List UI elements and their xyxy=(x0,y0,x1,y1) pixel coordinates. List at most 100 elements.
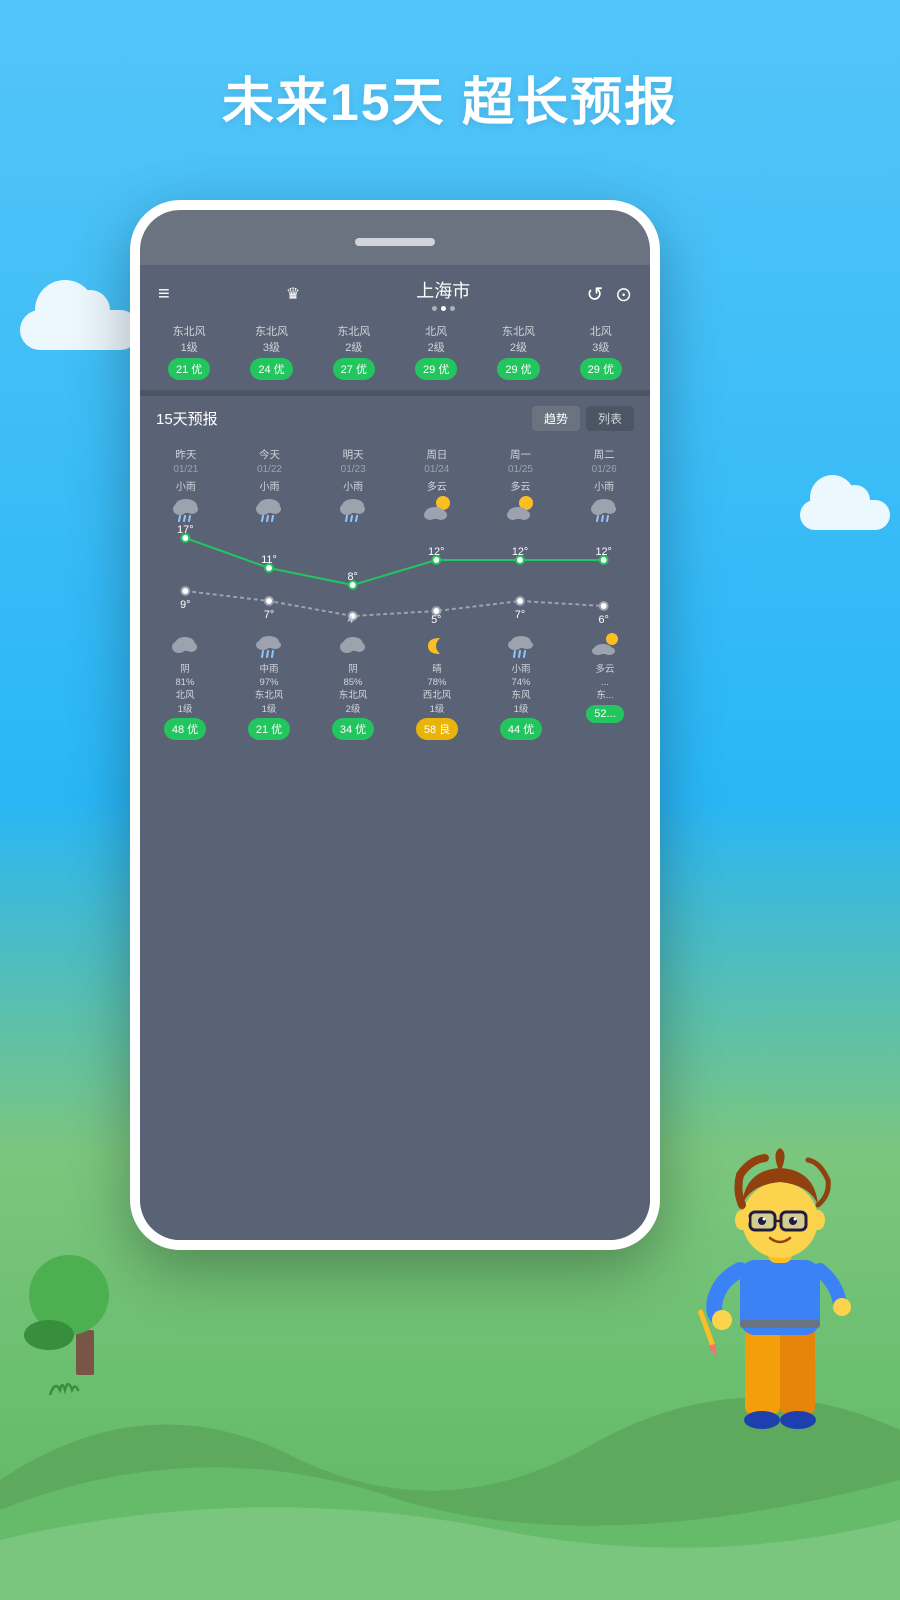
svg-text:11°: 11° xyxy=(261,554,277,566)
tree-trunk xyxy=(76,1330,94,1375)
wind-4: 东北风 2级 xyxy=(502,323,535,355)
weather-text-0: 小雨 xyxy=(176,478,196,493)
svg-text:6°: 6° xyxy=(598,614,608,623)
aqi-badge-1: 24 优 xyxy=(250,358,292,380)
header-actions: ↺ ⊙ xyxy=(586,282,632,307)
svg-text:5°: 5° xyxy=(431,614,441,623)
bottom-col-2: 阴 85% 东北风 2级 34 优 xyxy=(312,631,394,740)
cloud-right xyxy=(800,500,890,530)
bottom-label-1: 中雨 97% 东北风 1级 xyxy=(255,663,284,716)
app-content: ≡ ♛ 上海市 ↺ ⊙ xyxy=(140,265,650,1240)
temp-chart: 17° 11° 8° 12° 12° 12° xyxy=(140,523,650,623)
aqi-badge-4: 29 优 xyxy=(497,358,539,380)
bottom-aqi-1: 21 优 xyxy=(248,718,290,740)
day-label-2: 明天 01/23 xyxy=(341,449,366,476)
bottom-col-0: 阴 81% 北风 1级 48 优 xyxy=(144,631,226,740)
svg-text:17°: 17° xyxy=(177,524,193,536)
bottom-icon-2 xyxy=(338,631,368,661)
menu-icon[interactable]: ≡ xyxy=(158,283,170,306)
day-label-1: 今天 01/22 xyxy=(257,449,282,476)
day-col-3: 周日 01/24 多云 xyxy=(395,449,479,523)
bottom-col-1: 中雨 97% 东北风 1级 21 优 xyxy=(228,631,310,740)
refresh-icon[interactable]: ↺ xyxy=(586,282,603,307)
day-col-0: 昨天 01/21 小雨 xyxy=(144,449,228,523)
days-grid-top: 昨天 01/21 小雨 xyxy=(140,441,650,523)
bottom-icon-1 xyxy=(254,631,284,661)
weather-icon-2 xyxy=(335,495,371,523)
city-name: 上海市 xyxy=(416,277,470,303)
weather-icon-1 xyxy=(251,495,287,523)
forecast-header: 15天预报 趋势 列表 xyxy=(140,396,650,441)
bottom-icon-0 xyxy=(170,631,200,661)
aqi-badge-3: 29 优 xyxy=(415,358,457,380)
bottom-aqi-5: 52... xyxy=(586,705,623,723)
bottom-icon-4 xyxy=(506,631,536,661)
wind-5: 北风 3级 xyxy=(590,323,612,355)
bottom-icon-5 xyxy=(590,631,620,661)
tree-top xyxy=(29,1255,109,1335)
aqi-col-0: 东北风 1级 21 优 xyxy=(168,323,210,380)
character xyxy=(690,1130,870,1470)
svg-text:12°: 12° xyxy=(428,546,444,558)
weather-text-3: 多云 xyxy=(427,478,447,493)
crown-icon[interactable]: ♛ xyxy=(286,284,300,304)
aqi-col-4: 东北风 2级 29 优 xyxy=(497,323,539,380)
weather-text-5: 小雨 xyxy=(594,478,614,493)
forecast-tabs: 趋势 列表 xyxy=(532,406,634,431)
svg-text:8°: 8° xyxy=(347,571,357,583)
tree xyxy=(60,1255,109,1400)
weather-icon-5 xyxy=(586,495,622,523)
bottom-label-0: 阴 81% 北风 1级 xyxy=(175,663,194,716)
day-col-5: 周二 01/26 小雨 xyxy=(562,449,646,523)
svg-text:9°: 9° xyxy=(180,599,190,611)
aqi-badge-0: 21 优 xyxy=(168,358,210,380)
grass-tufts xyxy=(40,1375,100,1395)
bottom-col-3: 晴 78% 西北风 1级 58 良 xyxy=(396,631,478,740)
cloud-left xyxy=(20,310,140,350)
wind-0: 东北风 1级 xyxy=(173,323,206,355)
wind-2: 东北风 2级 xyxy=(337,323,370,355)
bottom-col-5: 多云 ... 东... 52... xyxy=(564,631,646,740)
bottom-aqi-2: 34 优 xyxy=(332,718,374,740)
aqi-col-3: 北风 2级 29 优 xyxy=(415,323,457,380)
bottom-aqi-3: 58 良 xyxy=(416,718,458,740)
page-title: 未来15天 超长预报 xyxy=(0,60,900,135)
svg-text:4°: 4° xyxy=(347,614,357,623)
tab-list[interactable]: 列表 xyxy=(586,406,634,431)
forecast-title: 15天预报 xyxy=(156,408,218,429)
day-col-1: 今天 01/22 小雨 xyxy=(228,449,312,523)
dot-2 xyxy=(441,306,446,311)
location-icon[interactable]: ⊙ xyxy=(615,282,632,307)
bottom-label-4: 小雨 74% 东风 1级 xyxy=(511,663,530,716)
day-col-4: 周一 01/25 多云 xyxy=(479,449,563,523)
weather-text-4: 多云 xyxy=(510,478,530,493)
svg-text:12°: 12° xyxy=(595,546,611,558)
weather-icon-4 xyxy=(502,495,538,523)
wind-1: 东北风 3级 xyxy=(255,323,288,355)
dot-1 xyxy=(432,306,437,311)
day-label-5: 周二 01/26 xyxy=(592,449,617,476)
weather-icon-0 xyxy=(168,495,204,523)
aqi-row: 东北风 1级 21 优 东北风 3级 24 优 东北风 2级 27 优 北风 2… xyxy=(140,317,650,390)
day-label-3: 周日 01/24 xyxy=(424,449,449,476)
svg-text:12°: 12° xyxy=(512,546,528,558)
svg-text:7°: 7° xyxy=(515,609,525,621)
phone-speaker xyxy=(355,238,435,246)
bottom-aqi-0: 48 优 xyxy=(164,718,206,740)
phone-frame: ≡ ♛ 上海市 ↺ ⊙ xyxy=(130,200,660,1250)
aqi-badge-2: 27 优 xyxy=(333,358,375,380)
aqi-col-2: 东北风 2级 27 优 xyxy=(333,323,375,380)
bottom-grid: 阴 81% 北风 1级 48 优 xyxy=(140,623,650,748)
wind-3: 北风 2级 xyxy=(425,323,447,355)
day-label-4: 周一 01/25 xyxy=(508,449,533,476)
bottom-col-4: 小雨 74% 东风 1级 44 优 xyxy=(480,631,562,740)
aqi-col-5: 北风 3级 29 优 xyxy=(580,323,622,380)
bottom-icon-3 xyxy=(422,631,452,661)
bottom-label-3: 晴 78% 西北风 1级 xyxy=(423,663,452,716)
aqi-col-1: 东北风 3级 24 优 xyxy=(250,323,292,380)
bottom-label-2: 阴 85% 东北风 2级 xyxy=(339,663,368,716)
bottom-label-5: 多云 ... 东... xyxy=(595,663,614,703)
aqi-badge-5: 29 优 xyxy=(580,358,622,380)
weather-text-2: 小雨 xyxy=(343,478,363,493)
tab-trend[interactable]: 趋势 xyxy=(532,406,580,431)
